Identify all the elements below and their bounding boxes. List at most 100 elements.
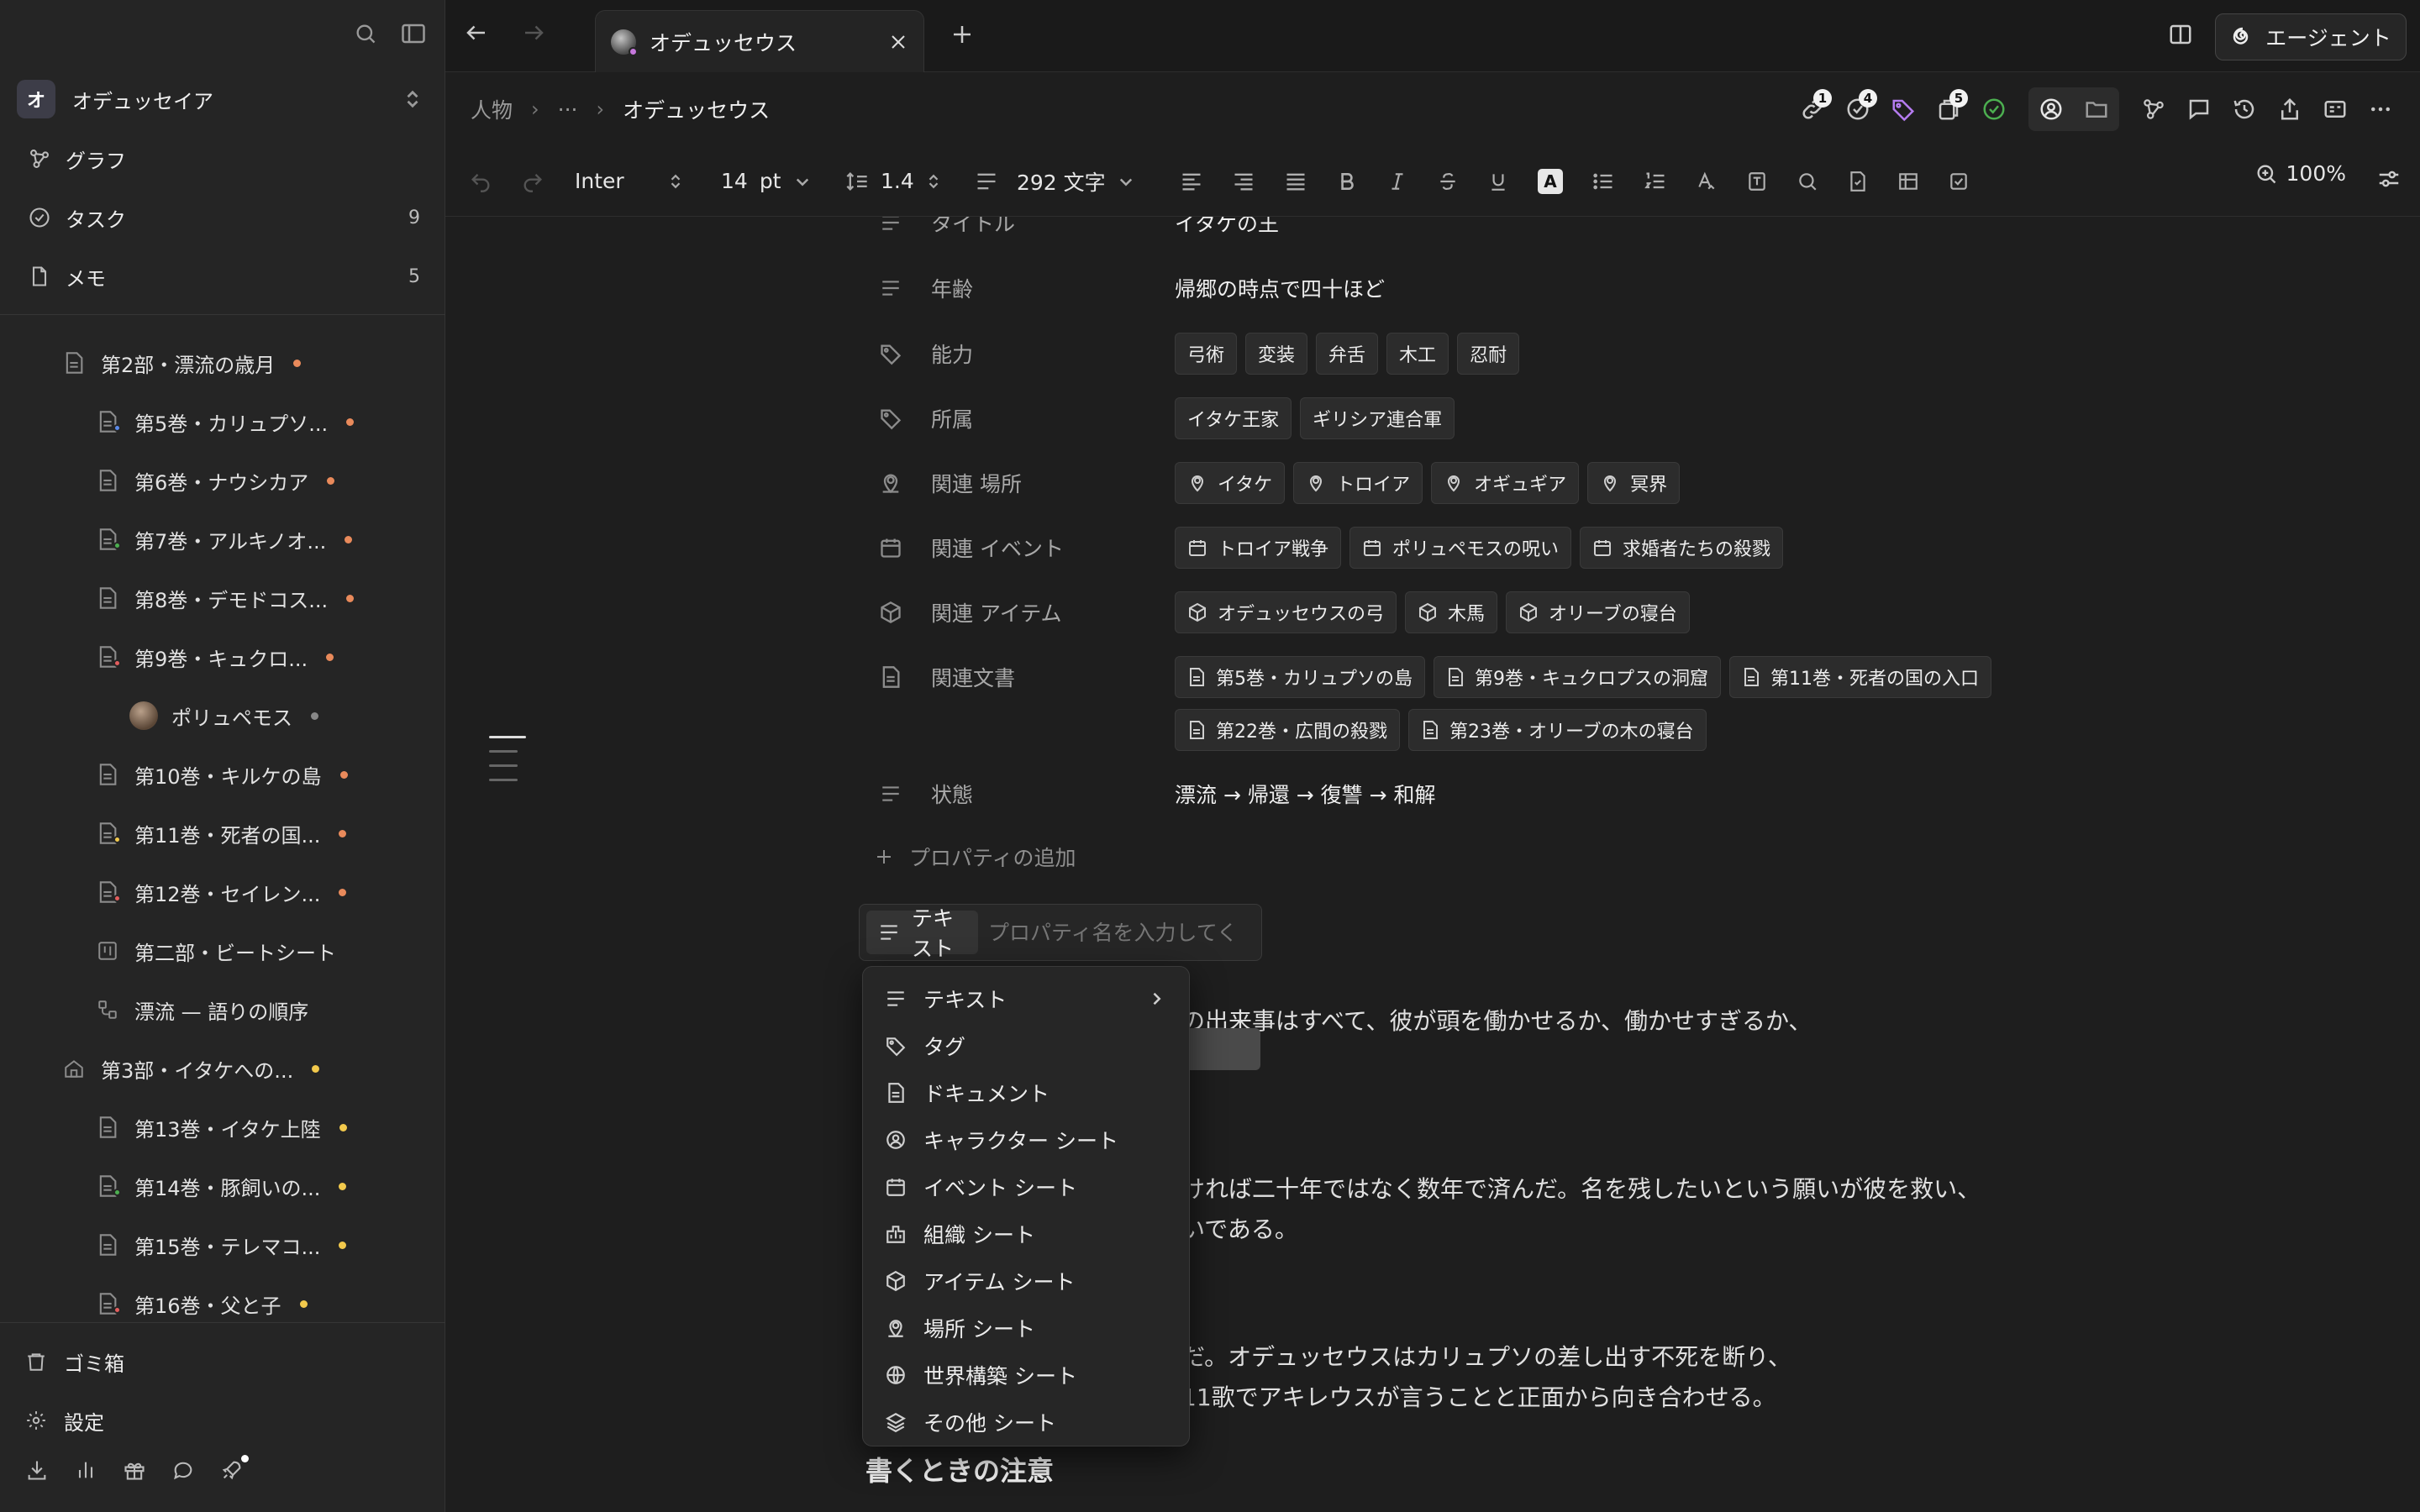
tree-item[interactable]: 第5巻・カリュプソ... [94,403,355,440]
tab-odysseus[interactable]: オデュッセウス [595,10,924,72]
numbered-list-icon[interactable] [1644,171,1667,192]
menu-item-worldbuilding-sheet[interactable]: 世界構築 シート [863,1352,1189,1399]
doc-chip[interactable]: 第11巻・死者の国の入口 [1729,656,1991,698]
tag-chip[interactable]: 木工 [1386,333,1449,375]
strikethrough-icon[interactable] [1437,171,1459,192]
doc-chip[interactable]: 第22巻・広間の殺戮 [1175,709,1400,751]
menu-item-text[interactable]: テキスト [863,975,1189,1022]
checkbox-icon[interactable] [1948,171,1970,192]
sidebar-toggle-icon[interactable] [401,22,426,45]
workspace-switcher[interactable]: オ オデュッセイア [17,80,429,118]
links-button[interactable]: 1 [1790,87,1835,131]
word-count-select[interactable]: 292 文字 [975,160,1134,202]
property-name-input[interactable] [988,920,1255,945]
stats-icon[interactable] [74,1458,97,1482]
tree-item[interactable]: ポリュペモス [129,697,318,734]
tree-item[interactable]: 第9巻・キュクロ... [94,638,334,675]
event-chip[interactable]: トロイア戦争 [1175,527,1342,569]
event-chip[interactable]: ポリュペモスの呪い [1349,527,1572,569]
zoom-control[interactable]: 100% [2254,161,2346,186]
tree-item[interactable]: 第7巻・アルキノオ... [94,521,353,558]
docs-button[interactable]: 5 [1926,87,1971,131]
tag-button[interactable] [1881,87,1926,131]
trash-item[interactable]: ゴミ箱 [25,1341,124,1383]
doc-chip[interactable]: 第23巻・オリーブの木の寝台 [1408,709,1707,751]
tag-chip[interactable]: イタケ王家 [1175,397,1292,439]
place-chip[interactable]: オギュギア [1431,462,1580,504]
property-docs[interactable]: 関連文書 第5巻・カリュプソの島 第9巻・キュクロプスの洞窟 第11巻・死者の国… [874,654,1991,700]
more-button[interactable] [2358,87,2403,131]
tree-item[interactable]: 漂流 — 語りの順序 [94,991,308,1028]
tree-item[interactable]: 第14巻・豚飼いの... [94,1168,347,1205]
close-icon[interactable] [888,32,908,52]
split-view-icon[interactable] [2168,22,2193,47]
line-height-select[interactable]: 1.4 [845,160,941,202]
chat-bubble-icon[interactable] [171,1458,195,1482]
download-icon[interactable] [25,1458,49,1482]
tag-chip[interactable]: 変装 [1245,333,1308,375]
align-justify-icon[interactable] [1284,171,1307,192]
tag-chip[interactable]: ギリシア連合軍 [1300,397,1455,439]
menu-item-other-sheet[interactable]: その他 シート [863,1399,1189,1446]
folder-view-button[interactable] [2074,87,2119,131]
tree-item[interactable]: 第11巻・死者の国... [94,815,347,852]
property-ability[interactable]: 能力 弓術 変装 弁舌 木工 忍耐 [874,331,1520,376]
text-box-icon[interactable] [1746,171,1768,192]
menu-item-tag[interactable]: タグ [863,1022,1189,1069]
place-chip[interactable]: 冥界 [1587,462,1681,504]
table-icon[interactable] [1897,171,1919,192]
font-size-select[interactable]: 14 pt [721,160,811,202]
menu-item-item-sheet[interactable]: アイテム シート [863,1257,1189,1305]
sliders-icon[interactable] [2376,166,2402,192]
status-complete-button[interactable] [1971,87,2017,131]
place-chip[interactable]: トロイア [1293,462,1423,504]
tree-item[interactable]: 第13巻・イタケ上陸 [94,1109,347,1146]
property-type-button[interactable]: テキスト [866,906,978,961]
bold-icon[interactable] [1336,171,1358,192]
property-affiliation[interactable]: 所属 イタケ王家 ギリシア連合軍 [874,396,1455,441]
tree-item[interactable]: 第6巻・ナウシカア [94,462,335,499]
share-button[interactable] [2267,87,2312,131]
item-chip[interactable]: 木馬 [1405,591,1498,633]
tree-item[interactable]: 第2部・漂流の歳月 [60,344,302,381]
property-events[interactable]: 関連 イベント トロイア戦争 ポリュペモスの呪い 求婚者たちの殺戮 [874,525,1784,570]
text-color-icon[interactable]: A [1538,168,1563,194]
comment-button[interactable] [2176,87,2222,131]
place-chip[interactable]: イタケ [1175,462,1286,504]
menu-item-event-sheet[interactable]: イベント シート [863,1163,1189,1210]
plus-icon[interactable] [950,22,975,47]
property-places[interactable]: 関連 場所 イタケ トロイア オギュギア 冥界 [874,460,1681,506]
property-age[interactable]: 年齢 帰郷の時点で四十ほど [874,267,1385,309]
item-chip[interactable]: オリーブの寝台 [1506,591,1690,633]
nav-item-memo[interactable]: メモ 5 [25,255,420,297]
font-family-select[interactable]: Inter [575,160,683,202]
menu-item-document[interactable]: ドキュメント [863,1069,1189,1116]
find-search-icon[interactable] [1797,171,1818,192]
tag-chip[interactable]: 弁舌 [1316,333,1379,375]
add-property-button[interactable]: プロパティの追加 [874,842,1076,872]
tree-item[interactable]: 第15巻・テレマコ... [94,1226,347,1263]
doc-chip[interactable]: 第5巻・カリュプソの島 [1175,656,1425,698]
nav-item-graph[interactable]: グラフ [25,138,420,180]
menu-item-organization-sheet[interactable]: 組織 シート [863,1210,1189,1257]
property-items[interactable]: 関連 アイテム オデュッセウスの弓 木馬 オリーブの寝台 [874,590,1690,635]
tasks-button[interactable]: 4 [1835,87,1881,131]
forward-arrow-icon[interactable] [521,20,546,45]
tree-item[interactable]: 第二部・ビートシート [94,932,336,969]
redo-icon[interactable] [521,170,544,193]
property-status[interactable]: 状態 漂流 → 帰還 → 復讐 → 和解 [874,773,1436,815]
menu-item-character-sheet[interactable]: キャラクター シート [863,1116,1189,1163]
property-title[interactable]: タイトル イタケの王 [874,217,1279,244]
tree-item[interactable]: 第8巻・デモドコス... [94,580,355,617]
italic-icon[interactable] [1386,171,1408,192]
gift-icon[interactable] [123,1458,146,1482]
undo-icon[interactable] [469,170,492,193]
item-chip[interactable]: オデュッセウスの弓 [1175,591,1397,633]
underline-icon[interactable] [1487,171,1509,192]
tag-chip[interactable]: 忍耐 [1457,333,1520,375]
insert-file-icon[interactable] [1847,171,1869,192]
agent-button[interactable]: エージェント [2215,13,2407,60]
history-button[interactable] [2222,87,2267,131]
menu-item-place-sheet[interactable]: 場所 シート [863,1305,1189,1352]
tree-item[interactable]: 第12巻・セイレン... [94,874,347,911]
